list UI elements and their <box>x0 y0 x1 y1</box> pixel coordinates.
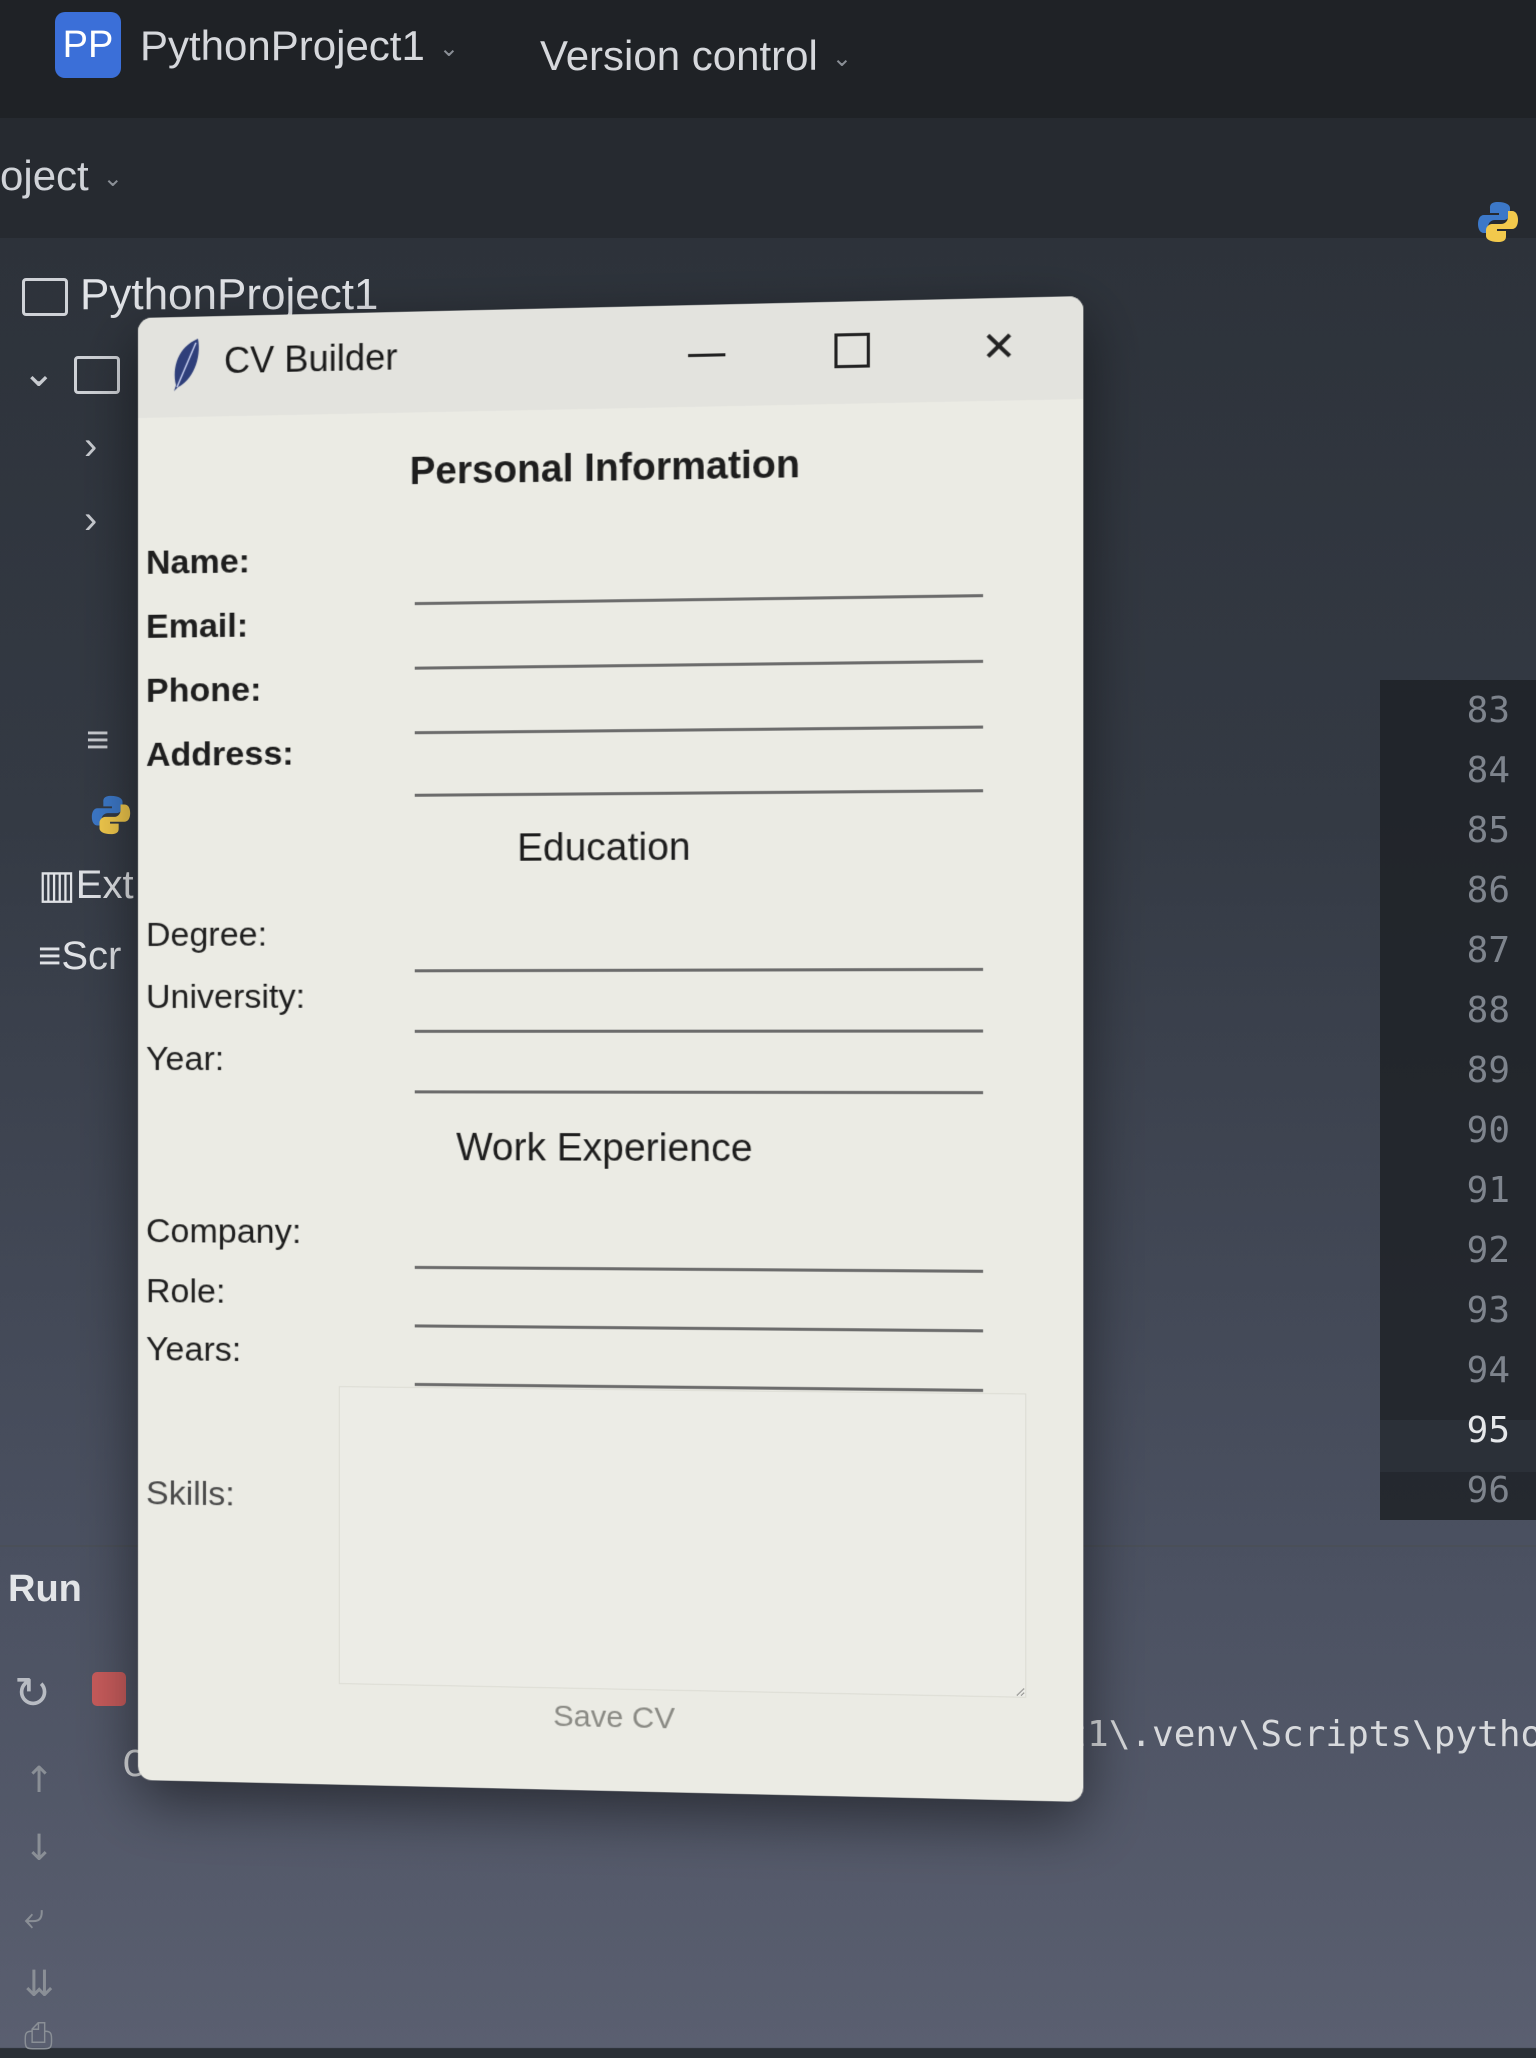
soft-wrap-icon[interactable]: ⤶ <box>24 1896 44 1938</box>
email-label: Email: <box>146 606 248 646</box>
section-personal-information: Personal Information <box>138 438 1083 499</box>
project-badge[interactable]: PP <box>55 12 121 78</box>
line-number: 84 <box>1380 750 1510 791</box>
address-label: Address: <box>146 734 294 774</box>
section-work-experience: Work Experience <box>138 1126 1083 1173</box>
name-input[interactable] <box>415 530 988 598</box>
scratches-label: Scr <box>61 934 121 978</box>
line-number: 85 <box>1380 810 1510 851</box>
ide-title-bar: PP PythonProject1 ⌄ Version control ⌄ <box>0 0 1536 118</box>
chevron-down-icon: ⌄ <box>22 351 56 395</box>
project-view-label: oject <box>0 152 89 199</box>
year-label: Year: <box>146 1040 224 1079</box>
years-label: Years: <box>146 1330 241 1370</box>
university-input[interactable] <box>415 976 988 1036</box>
cv-builder-window: CV Builder — ✕ Personal Information Name… <box>138 296 1083 1802</box>
library-icon: ▥ <box>38 863 76 907</box>
line-number: 87 <box>1380 930 1510 971</box>
chevron-down-icon: ⌄ <box>103 165 123 192</box>
folder-icon <box>74 356 120 394</box>
print-icon[interactable]: ⎙ <box>24 2016 53 2058</box>
phone-input[interactable] <box>415 662 988 727</box>
arrow-down-icon[interactable]: ↓ <box>24 1828 54 1869</box>
chevron-right-icon[interactable]: › <box>84 498 97 543</box>
tree-root-project[interactable]: PythonProject1 <box>22 270 378 320</box>
minimize-button[interactable]: — <box>665 322 748 385</box>
version-control-menu[interactable]: Version control ⌄ <box>540 32 852 80</box>
university-label: University: <box>146 978 305 1017</box>
address-input[interactable] <box>415 728 988 792</box>
maximize-icon <box>834 333 869 369</box>
arrow-up-icon[interactable]: ↑ <box>24 1760 54 1801</box>
skills-textarea[interactable] <box>339 1386 1026 1698</box>
line-number: 95 <box>1380 1410 1510 1451</box>
section-education: Education <box>138 823 1083 873</box>
tree-row-expanded-folder[interactable]: ⌄ <box>22 350 120 396</box>
folder-icon <box>22 278 68 316</box>
chevron-down-icon: ⌄ <box>832 45 852 72</box>
line-number: 88 <box>1380 990 1510 1031</box>
tree-root-label: PythonProject1 <box>80 270 378 319</box>
skills-label: Skills: <box>146 1474 235 1514</box>
role-label: Role: <box>146 1272 225 1312</box>
save-cv-button[interactable]: Save CV <box>542 1686 686 1750</box>
close-button[interactable]: ✕ <box>957 316 1041 379</box>
name-label: Name: <box>146 542 250 583</box>
python-file-icon[interactable] <box>88 792 134 838</box>
chevron-down-icon: ⌄ <box>439 35 459 62</box>
degree-input[interactable] <box>415 912 988 973</box>
maximize-button[interactable] <box>810 319 893 382</box>
line-number: 94 <box>1380 1350 1510 1391</box>
version-control-label: Version control <box>540 32 818 79</box>
ide-toolstrip <box>0 118 1536 238</box>
line-number: 96 <box>1380 1470 1510 1511</box>
feather-icon <box>168 337 204 394</box>
chevron-right-icon[interactable]: › <box>84 424 97 469</box>
external-libraries-label: Ext <box>76 863 134 907</box>
degree-label: Degree: <box>146 915 267 955</box>
university-input-underline <box>415 1029 983 1032</box>
project-name: PythonProject1 <box>140 22 425 69</box>
scroll-to-end-icon[interactable]: ⇊ <box>24 1964 54 2005</box>
scratches-item[interactable]: ≡Scr <box>38 934 121 979</box>
phone-label: Phone: <box>146 671 261 711</box>
project-view-selector[interactable]: oject ⌄ <box>0 152 123 200</box>
company-label: Company: <box>146 1212 301 1252</box>
editor-gutter <box>1380 680 1536 1520</box>
line-number: 92 <box>1380 1230 1510 1271</box>
python-icon[interactable] <box>1474 198 1522 246</box>
rerun-icon[interactable]: ↻ <box>14 1668 51 1719</box>
line-number: 90 <box>1380 1110 1510 1151</box>
line-number: 91 <box>1380 1170 1510 1211</box>
line-number: 93 <box>1380 1290 1510 1331</box>
line-number: 86 <box>1380 870 1510 911</box>
text-file-icon[interactable]: ≡ <box>86 718 109 763</box>
stop-icon[interactable] <box>92 1672 126 1706</box>
window-title: CV Builder <box>224 336 398 382</box>
window-title-bar[interactable]: CV Builder — ✕ <box>138 296 1083 418</box>
line-number: 89 <box>1380 1050 1510 1091</box>
email-input[interactable] <box>415 596 988 663</box>
console-path-right: ect1\.venv\Scripts\python <box>1022 1714 1536 1755</box>
external-libraries-item[interactable]: ▥Ext <box>38 862 134 908</box>
run-tool-window-label[interactable]: Run <box>8 1568 82 1611</box>
project-selector[interactable]: PythonProject1 ⌄ <box>140 22 459 70</box>
line-number: 83 <box>1380 690 1510 731</box>
scratches-icon: ≡ <box>38 934 61 978</box>
